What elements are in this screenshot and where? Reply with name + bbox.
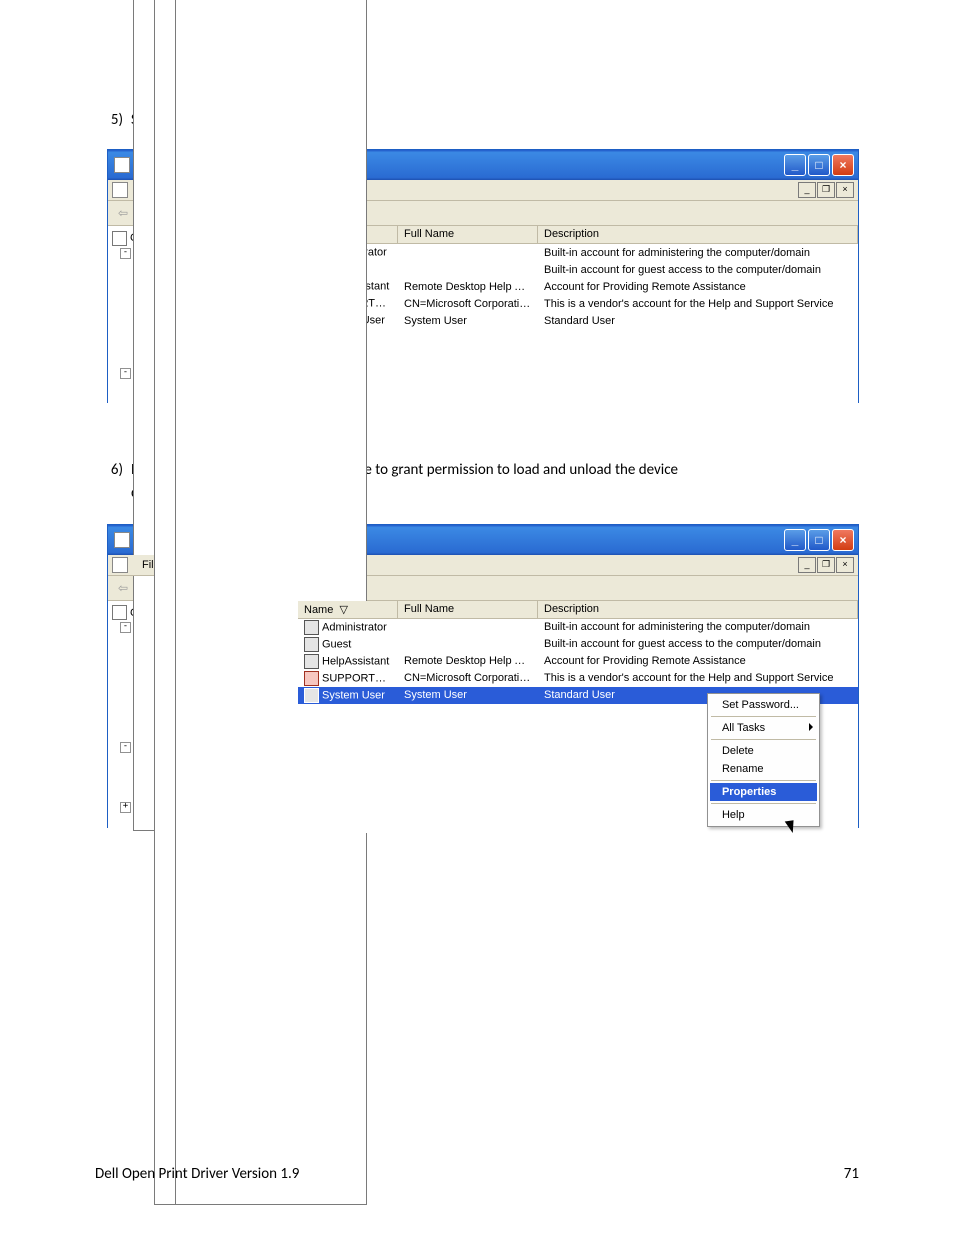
ctx-properties[interactable]: Properties bbox=[710, 783, 817, 801]
user-icon bbox=[304, 671, 319, 686]
ctx-all-tasks[interactable]: All Tasks bbox=[710, 719, 817, 737]
user-icon bbox=[304, 654, 319, 669]
user-description: This is a vendor's account for the Help … bbox=[538, 672, 858, 684]
mmc-icon bbox=[112, 182, 128, 198]
user-description: Built-in account for administering the c… bbox=[538, 247, 858, 259]
list-pane-1[interactable]: Name ▽ Full Name Description Administrat… bbox=[298, 226, 858, 410]
ctx-delete[interactable]: Delete bbox=[710, 742, 817, 760]
user-description: Standard User bbox=[538, 315, 858, 327]
mdi-close[interactable]: × bbox=[836, 557, 854, 573]
computer-icon bbox=[112, 231, 127, 246]
user-description: Built-in account for guest access to the… bbox=[538, 638, 858, 650]
list-pane-2[interactable]: Name ▽ Full Name Description Administrat… bbox=[298, 601, 858, 833]
collapse-icon[interactable]: - bbox=[120, 248, 131, 259]
user-fullname: CN=Microsoft Corporation... bbox=[398, 298, 538, 310]
mdi-restore[interactable]: ❐ bbox=[817, 557, 835, 573]
user-name: System User bbox=[322, 689, 385, 701]
computer-icon bbox=[114, 532, 130, 548]
user-fullname: Remote Desktop Help Assi... bbox=[398, 281, 538, 293]
step5-number: 5) bbox=[95, 110, 123, 131]
collapse-icon[interactable]: - bbox=[120, 368, 131, 379]
computer-icon bbox=[114, 157, 130, 173]
user-description: Built-in account for administering the c… bbox=[538, 621, 858, 633]
collapse-icon[interactable]: - bbox=[120, 742, 131, 753]
maximize-button[interactable]: □ bbox=[808, 154, 830, 176]
context-menu: Set Password... All Tasks Delete Rename … bbox=[707, 693, 820, 827]
minimize-button[interactable]: _ bbox=[784, 529, 806, 551]
user-name: Guest bbox=[322, 638, 351, 650]
list-row[interactable]: System UserSystem UserStandard User bbox=[298, 312, 858, 329]
col-desc[interactable]: Description bbox=[538, 601, 858, 618]
ctx-set-password[interactable]: Set Password... bbox=[710, 696, 817, 714]
user-description: This is a vendor's account for the Help … bbox=[538, 298, 858, 310]
minimize-button[interactable]: _ bbox=[784, 154, 806, 176]
user-description: Built-in account for guest access to the… bbox=[538, 264, 858, 276]
mmc-icon bbox=[112, 557, 128, 573]
user-icon bbox=[304, 620, 319, 635]
export-button[interactable] bbox=[262, 579, 280, 597]
back-button[interactable]: ⇦ bbox=[114, 204, 132, 222]
footer-page: 71 bbox=[844, 1165, 859, 1183]
user-name: SUPPORT_38... bbox=[322, 672, 398, 684]
list-row[interactable]: GuestBuilt-in account for guest access t… bbox=[298, 261, 858, 278]
mdi-restore[interactable]: ❐ bbox=[817, 182, 835, 198]
mdi-close[interactable]: × bbox=[836, 182, 854, 198]
computer-icon bbox=[112, 605, 127, 620]
col-fullname[interactable]: Full Name bbox=[398, 601, 538, 618]
list-row[interactable]: Administrator Built-in account for admini… bbox=[298, 619, 858, 636]
collapse-icon[interactable]: - bbox=[120, 622, 131, 633]
ctx-rename[interactable]: Rename bbox=[710, 760, 817, 778]
user-fullname: Remote Desktop Help Assi... bbox=[398, 655, 538, 667]
user-fullname: CN=Microsoft Corporation... bbox=[398, 672, 538, 684]
user-icon bbox=[304, 637, 319, 652]
user-icon bbox=[304, 688, 319, 703]
list-row[interactable]: AdministratorBuilt-in account for admini… bbox=[298, 244, 858, 261]
maximize-button[interactable]: □ bbox=[808, 529, 830, 551]
back-button[interactable]: ⇦ bbox=[114, 579, 132, 597]
close-button[interactable]: × bbox=[832, 529, 854, 551]
window-2: Computer Management _ □ × File Action Vi… bbox=[107, 524, 859, 828]
close-button[interactable]: × bbox=[832, 154, 854, 176]
step6-number: 6) bbox=[95, 459, 123, 482]
mdi-minimize[interactable]: _ bbox=[798, 182, 816, 198]
user-name: HelpAssistant bbox=[322, 655, 389, 667]
expand-icon[interactable]: + bbox=[120, 802, 131, 813]
list-row[interactable]: Guest Built-in account for guest access t… bbox=[298, 636, 858, 653]
list-row[interactable]: SUPPORT_38...CN=Microsoft Corporation...… bbox=[298, 295, 858, 312]
submenu-arrow-icon bbox=[809, 723, 813, 731]
list-row[interactable]: SUPPORT_38...CN=Microsoft Corporation...… bbox=[298, 670, 858, 687]
user-name: Administrator bbox=[322, 621, 387, 633]
list-row[interactable]: HelpAssistantRemote Desktop Help Assi...… bbox=[298, 278, 858, 295]
mdi-minimize[interactable]: _ bbox=[798, 557, 816, 573]
footer-title: Dell Open Print Driver Version 1.9 bbox=[95, 1165, 299, 1183]
user-description: Account for Providing Remote Assistance bbox=[538, 655, 858, 667]
user-fullname: System User bbox=[398, 315, 538, 327]
col-name[interactable]: Name ▽ bbox=[298, 601, 398, 618]
ctx-help[interactable]: Help bbox=[710, 806, 817, 824]
col-fullname[interactable]: Full Name bbox=[398, 226, 538, 243]
user-fullname: System User bbox=[398, 689, 538, 701]
user-description: Account for Providing Remote Assistance bbox=[538, 281, 858, 293]
list-row[interactable]: HelpAssistant Remote Desktop Help Assi...… bbox=[298, 653, 858, 670]
col-desc[interactable]: Description bbox=[538, 226, 858, 243]
